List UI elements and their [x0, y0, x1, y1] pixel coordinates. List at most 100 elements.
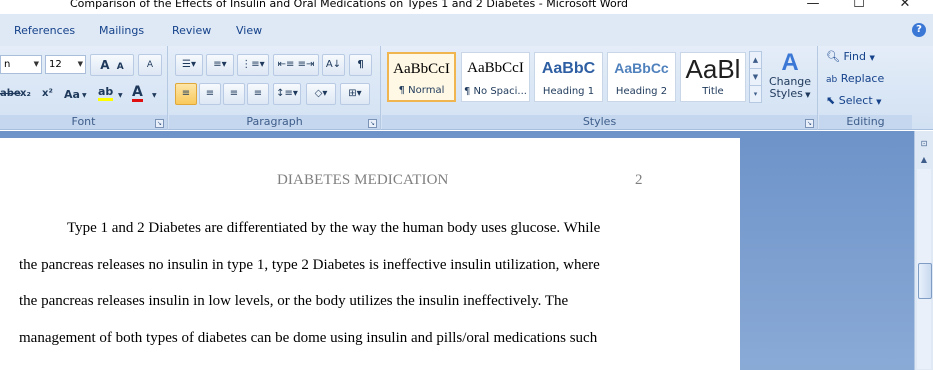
scroll-down-icon[interactable]: ▼ — [750, 69, 761, 86]
close-button[interactable]: ✕ — [882, 0, 928, 12]
numbering-button[interactable]: ≡▾ — [206, 54, 234, 76]
subscript-button[interactable]: x₂ — [20, 88, 31, 99]
font-size-buttons: A A — [90, 54, 134, 76]
tab-mailings[interactable]: Mailings — [99, 24, 144, 37]
style-name: Heading 2 — [615, 86, 668, 97]
help-icon[interactable]: ? — [912, 23, 926, 37]
style-normal[interactable]: AaBbCcI ¶ Normal — [387, 52, 456, 102]
scroll-up-icon[interactable]: ▲ — [750, 52, 761, 69]
font-dialog-launcher[interactable]: ↘ — [155, 119, 164, 128]
chevron-down-icon: ▼ — [876, 98, 882, 106]
style-name: ¶ Normal — [398, 85, 445, 96]
tab-references[interactable]: References — [14, 24, 75, 37]
ruler-toggle-icon[interactable]: ⊡ — [917, 137, 931, 151]
find-button[interactable]: 🔍︎ Find ▼ — [826, 50, 875, 63]
page-number: 2 — [635, 172, 643, 188]
style-sample: AaBbCcI — [467, 60, 524, 76]
multilevel-list-button[interactable]: ⋮≡▾ — [237, 54, 269, 76]
style-sample: AaBbC — [541, 60, 596, 77]
style-name: ¶ No Spaci... — [464, 86, 527, 97]
font-size-value: 12 — [49, 59, 62, 70]
change-styles-label: Styles — [769, 87, 803, 100]
shading-button[interactable]: ◇▾ — [306, 83, 336, 105]
chevron-down-icon: ▼ — [118, 92, 123, 99]
align-center-button[interactable]: ≡ — [199, 83, 221, 105]
bullets-button[interactable]: ☰▾ — [175, 54, 203, 76]
style-sample: AaBbCc — [614, 60, 669, 76]
document-workspace: DIABETES MEDICATION 2 Type 1 and 2 Diabe… — [0, 131, 914, 370]
chevron-down-icon: ▼ — [152, 92, 157, 99]
font-size-combo[interactable]: 12 ▼ — [45, 55, 86, 74]
chevron-down-icon: ▼ — [77, 60, 83, 68]
gallery-more-icon[interactable]: ▾ — [750, 86, 761, 103]
page-header: DIABETES MEDICATION — [277, 172, 449, 188]
chevron-down-icon: ▼ — [33, 60, 39, 68]
change-case-button[interactable]: Aa — [64, 88, 80, 101]
borders-button[interactable]: ⊞▾ — [340, 83, 370, 105]
document-page[interactable]: DIABETES MEDICATION 2 Type 1 and 2 Diabe… — [0, 138, 740, 370]
chevron-down-icon: ▼ — [869, 54, 875, 62]
align-left-button[interactable]: ≡ — [175, 83, 197, 105]
clear-formatting-button[interactable]: A — [138, 54, 162, 76]
scroll-thumb[interactable] — [918, 263, 932, 299]
style-heading-2[interactable]: AaBbCc Heading 2 — [607, 52, 676, 102]
document-line: the pancreas releases no insulin in type… — [19, 257, 600, 273]
scroll-track[interactable] — [917, 169, 932, 369]
styles-dialog-launcher[interactable]: ↘ — [805, 119, 814, 128]
sort-button[interactable]: A↓ — [322, 54, 345, 76]
scroll-up-icon[interactable]: ▲ — [917, 153, 931, 167]
clear-formatting-icon: A — [146, 60, 154, 70]
ribbon: n ▼ 12 ▼ A A A abe x₂ x² Aa ▼ ab ▼ A ▼ F… — [0, 46, 933, 130]
font-color-button[interactable]: A — [132, 85, 143, 102]
style-sample: AaBl — [685, 54, 741, 84]
ribbon-tabs: References Mailings Review View ? — [0, 14, 933, 46]
styles-group: AaBbCcI ¶ Normal AaBbCcI ¶ No Spaci... A… — [382, 46, 818, 130]
line-spacing-button[interactable]: ↕≡▾ — [273, 83, 301, 105]
superscript-button[interactable]: x² — [42, 88, 53, 99]
styles-group-label: Styles — [382, 115, 817, 129]
font-name-combo[interactable]: n ▼ — [0, 55, 42, 74]
chevron-down-icon: ▼ — [82, 92, 87, 99]
find-label: Find — [843, 50, 867, 63]
window-title: Comparison of the Effects of Insulin and… — [70, 0, 629, 10]
editing-group-label: Editing — [819, 115, 912, 129]
change-styles-button[interactable]: A Change Styles ▼ — [766, 50, 814, 110]
align-right-button[interactable]: ≡ — [223, 83, 245, 105]
highlight-button[interactable]: ab — [98, 86, 114, 101]
document-line: Type 1 and 2 Diabetes are differentiated… — [67, 220, 601, 236]
document-line: the pancreas releases insulin in low lev… — [19, 293, 569, 309]
style-sample: AaBbCcI — [393, 61, 450, 77]
font-name-value: n — [4, 59, 11, 70]
font-group: n ▼ 12 ▼ A A A abe x₂ x² Aa ▼ ab ▼ A ▼ F… — [0, 46, 168, 130]
style-title[interactable]: AaBl Title — [680, 52, 746, 102]
font-group-label: Font — [0, 115, 167, 129]
style-name: Heading 1 — [542, 86, 595, 97]
styles-gallery-scroll[interactable]: ▲ ▼ ▾ — [749, 51, 762, 103]
select-label: Select — [838, 94, 873, 107]
shrink-font-button[interactable]: A — [117, 62, 124, 72]
paragraph-group-label: Paragraph — [169, 115, 380, 129]
minimize-button[interactable]: — — [790, 0, 836, 12]
indent-buttons[interactable]: ⇤≡ ≡⇥ — [273, 54, 319, 76]
tab-review[interactable]: Review — [172, 24, 211, 37]
tab-view[interactable]: View — [236, 24, 262, 37]
paragraph-group: ☰▾ ≡▾ ⋮≡▾ ⇤≡ ≡⇥ A↓ ¶ ≡ ≡ ≡ ≡ ↕≡▾ ◇▾ ⊞▾ P… — [169, 46, 381, 130]
grow-font-button[interactable]: A — [100, 58, 109, 72]
maximize-button[interactable]: ☐ — [836, 0, 882, 12]
binoculars-icon: 🔍︎ — [826, 50, 840, 63]
replace-button[interactable]: ab Replace — [826, 72, 884, 85]
select-button[interactable]: ⬉ Select ▼ — [826, 94, 882, 107]
paragraph-dialog-launcher[interactable]: ↘ — [368, 119, 377, 128]
style-heading-1[interactable]: AaBbC Heading 1 — [534, 52, 603, 102]
style-no-spacing[interactable]: AaBbCcI ¶ No Spaci... — [461, 52, 530, 102]
cursor-arrow-icon: ⬉ — [826, 94, 836, 107]
justify-button[interactable]: ≡ — [247, 83, 269, 105]
document-line: management of both types of diabetes can… — [19, 330, 598, 346]
strikethrough-button[interactable]: abe — [0, 88, 21, 99]
change-styles-icon: A — [781, 49, 799, 76]
vertical-scrollbar[interactable]: ⊡ ▲ — [914, 131, 933, 370]
style-name: Title — [702, 86, 724, 97]
replace-icon: ab — [826, 75, 838, 85]
replace-label: Replace — [840, 72, 885, 85]
show-formatting-button[interactable]: ¶ — [349, 54, 372, 76]
